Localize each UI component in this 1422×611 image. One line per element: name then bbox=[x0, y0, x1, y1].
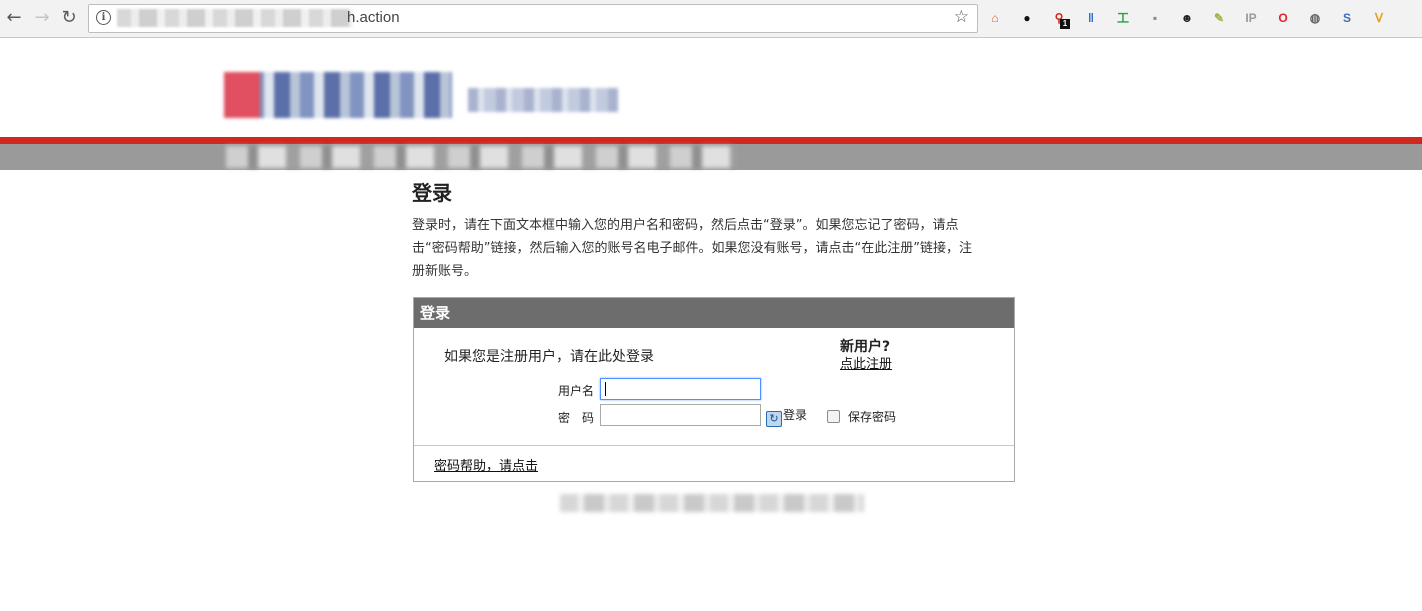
palette-icon[interactable]: ✎ bbox=[1210, 9, 1228, 27]
username-label: 用户名 bbox=[558, 384, 595, 398]
url-text: h.action bbox=[347, 9, 400, 26]
s-icon[interactable]: S bbox=[1338, 9, 1356, 27]
login-refresh-icon: ↻ bbox=[766, 411, 782, 427]
address-bar[interactable]: i h.action ☆ bbox=[88, 4, 978, 33]
login-button[interactable]: ↻ 登录 bbox=[766, 406, 807, 427]
password-input[interactable] bbox=[600, 404, 761, 426]
circle-record-icon[interactable]: ● bbox=[1018, 9, 1036, 27]
main-content: 登录 登录时，请在下面文本框中输入您的用户名和密码，然后点击“登录”。如果您忘记… bbox=[412, 178, 1015, 283]
username-input[interactable] bbox=[600, 378, 761, 400]
ip-icon[interactable]: IP bbox=[1242, 9, 1260, 27]
password-label: 密 码 bbox=[558, 411, 595, 425]
link-badge-icon[interactable]: ⚲ 1 bbox=[1050, 9, 1070, 29]
back-arrow-icon[interactable]: ← bbox=[3, 7, 25, 29]
reload-icon[interactable]: ↻ bbox=[58, 7, 80, 29]
extension-badge: 1 bbox=[1060, 19, 1070, 29]
browser-toolbar: ← → ↻ i h.action ☆ ⌂ ● ⚲ 1 ‖ 工 ▪ ☻ ✎ IP O ◍ S ᐯ bbox=[0, 0, 1422, 38]
develop-tool-icon[interactable]: 工 bbox=[1114, 9, 1132, 27]
page-title: 登录 bbox=[412, 181, 452, 205]
text-caret bbox=[605, 382, 606, 396]
register-link[interactable]: 点此注册 bbox=[840, 353, 892, 372]
panel-divider bbox=[414, 445, 1014, 446]
remember-password-label: 保存密码 bbox=[848, 410, 897, 424]
redacted-url bbox=[117, 9, 353, 27]
footer-text bbox=[560, 494, 864, 512]
fox-icon[interactable]: ᐯ bbox=[1370, 9, 1388, 27]
site-logo bbox=[224, 72, 452, 118]
bookmark-star-icon[interactable]: ☆ bbox=[954, 7, 969, 27]
refresh-circle-icon[interactable]: ◍ bbox=[1306, 9, 1324, 27]
opera-icon[interactable]: O bbox=[1274, 9, 1292, 27]
forward-arrow-icon[interactable]: → bbox=[31, 7, 53, 29]
remember-password-checkbox[interactable] bbox=[827, 410, 840, 423]
home-colorful-icon[interactable]: ⌂ bbox=[986, 9, 1004, 27]
registered-user-note: 如果您是注册用户，请在此处登录 bbox=[444, 349, 654, 365]
header-accent-bar bbox=[0, 137, 1422, 144]
double-bar-icon[interactable]: ‖ bbox=[1082, 9, 1100, 27]
site-nav-links[interactable] bbox=[226, 146, 736, 168]
password-help-link[interactable]: 密码帮助，请点击 bbox=[434, 455, 538, 474]
info-icon[interactable]: i bbox=[96, 10, 111, 25]
login-panel-header: 登录 bbox=[414, 298, 1014, 328]
site-slogan bbox=[468, 88, 618, 112]
login-instructions: 登录时，请在下面文本框中输入您的用户名和密码，然后点击“登录”。如果您忘记了密码… bbox=[412, 218, 972, 279]
login-button-label: 登录 bbox=[783, 408, 808, 422]
hex-icon[interactable]: ▪ bbox=[1146, 9, 1164, 27]
mask-icon[interactable]: ☻ bbox=[1178, 9, 1196, 27]
login-panel: 登录 如果您是注册用户，请在此处登录 新用户? 点此注册 用户名 密 码 ↻ 登录… bbox=[413, 297, 1015, 482]
